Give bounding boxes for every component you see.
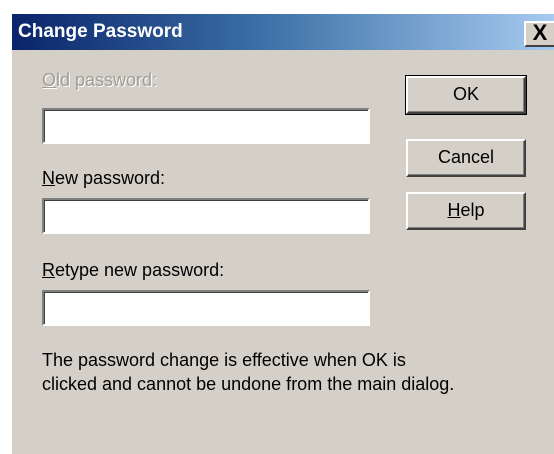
cancel-button-label: Cancel — [437, 147, 495, 167]
info-line-2: clicked and cannot be undone from the ma… — [42, 374, 455, 394]
ok-button-label: OK — [452, 84, 479, 104]
help-button-label: elp — [460, 200, 485, 220]
old-password-label-accel: O — [42, 70, 57, 90]
new-password-label-text: ew password: — [55, 168, 166, 188]
info-text: The password change is effective when OK… — [42, 348, 542, 396]
old-password-field — [42, 108, 370, 144]
cancel-button[interactable]: Cancel — [406, 139, 526, 177]
new-password-label: New password: — [42, 168, 165, 188]
dialog-title: Change Password — [18, 21, 183, 42]
new-password-label-accel: N — [42, 168, 55, 188]
old-password-label-text: ld password: — [56, 70, 158, 90]
close-icon: X — [532, 20, 548, 45]
retype-password-label-text: etype new password: — [55, 260, 225, 280]
help-button[interactable]: Help — [406, 192, 526, 230]
new-password-field[interactable] — [42, 198, 370, 234]
change-password-dialog: Change Password X Old password: New pass… — [10, 12, 554, 454]
ok-button[interactable]: OK — [405, 75, 527, 115]
help-button-accel: H — [447, 200, 461, 220]
retype-password-field[interactable] — [42, 290, 370, 326]
title-bar[interactable]: Change Password X — [12, 14, 554, 50]
retype-password-label-accel: R — [42, 260, 55, 280]
old-password-label: Old password: — [42, 70, 157, 90]
retype-password-label: Retype new password: — [42, 260, 224, 280]
close-button[interactable]: X — [524, 21, 554, 47]
info-line-1: The password change is effective when OK… — [42, 350, 406, 370]
